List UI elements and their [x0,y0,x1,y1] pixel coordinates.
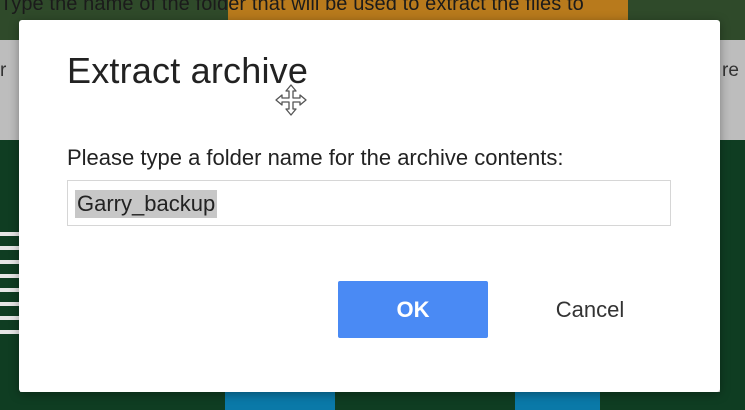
background-text-fragment: re [722,60,739,81]
background-right-panel [720,140,745,410]
move-cursor-icon [275,84,307,116]
background-text-fragment: r [0,60,7,81]
folder-name-input[interactable]: Garry_backup [67,180,671,226]
background-list-lines [0,232,20,344]
ok-button[interactable]: OK [338,281,488,338]
background-bottom-tile [515,392,600,410]
background-bottom-bar [0,392,745,410]
background-instruction-text: Type the name of the folder that will be… [0,0,584,15]
background-bottom-tile [225,392,335,410]
folder-name-value[interactable]: Garry_backup [75,190,218,218]
dialog-title: Extract archive [67,50,309,91]
cancel-button[interactable]: Cancel [539,281,641,338]
extract-archive-dialog: Extract archive Please type a folder nam… [19,20,720,392]
folder-name-prompt: Please type a folder name for the archiv… [67,145,564,170]
